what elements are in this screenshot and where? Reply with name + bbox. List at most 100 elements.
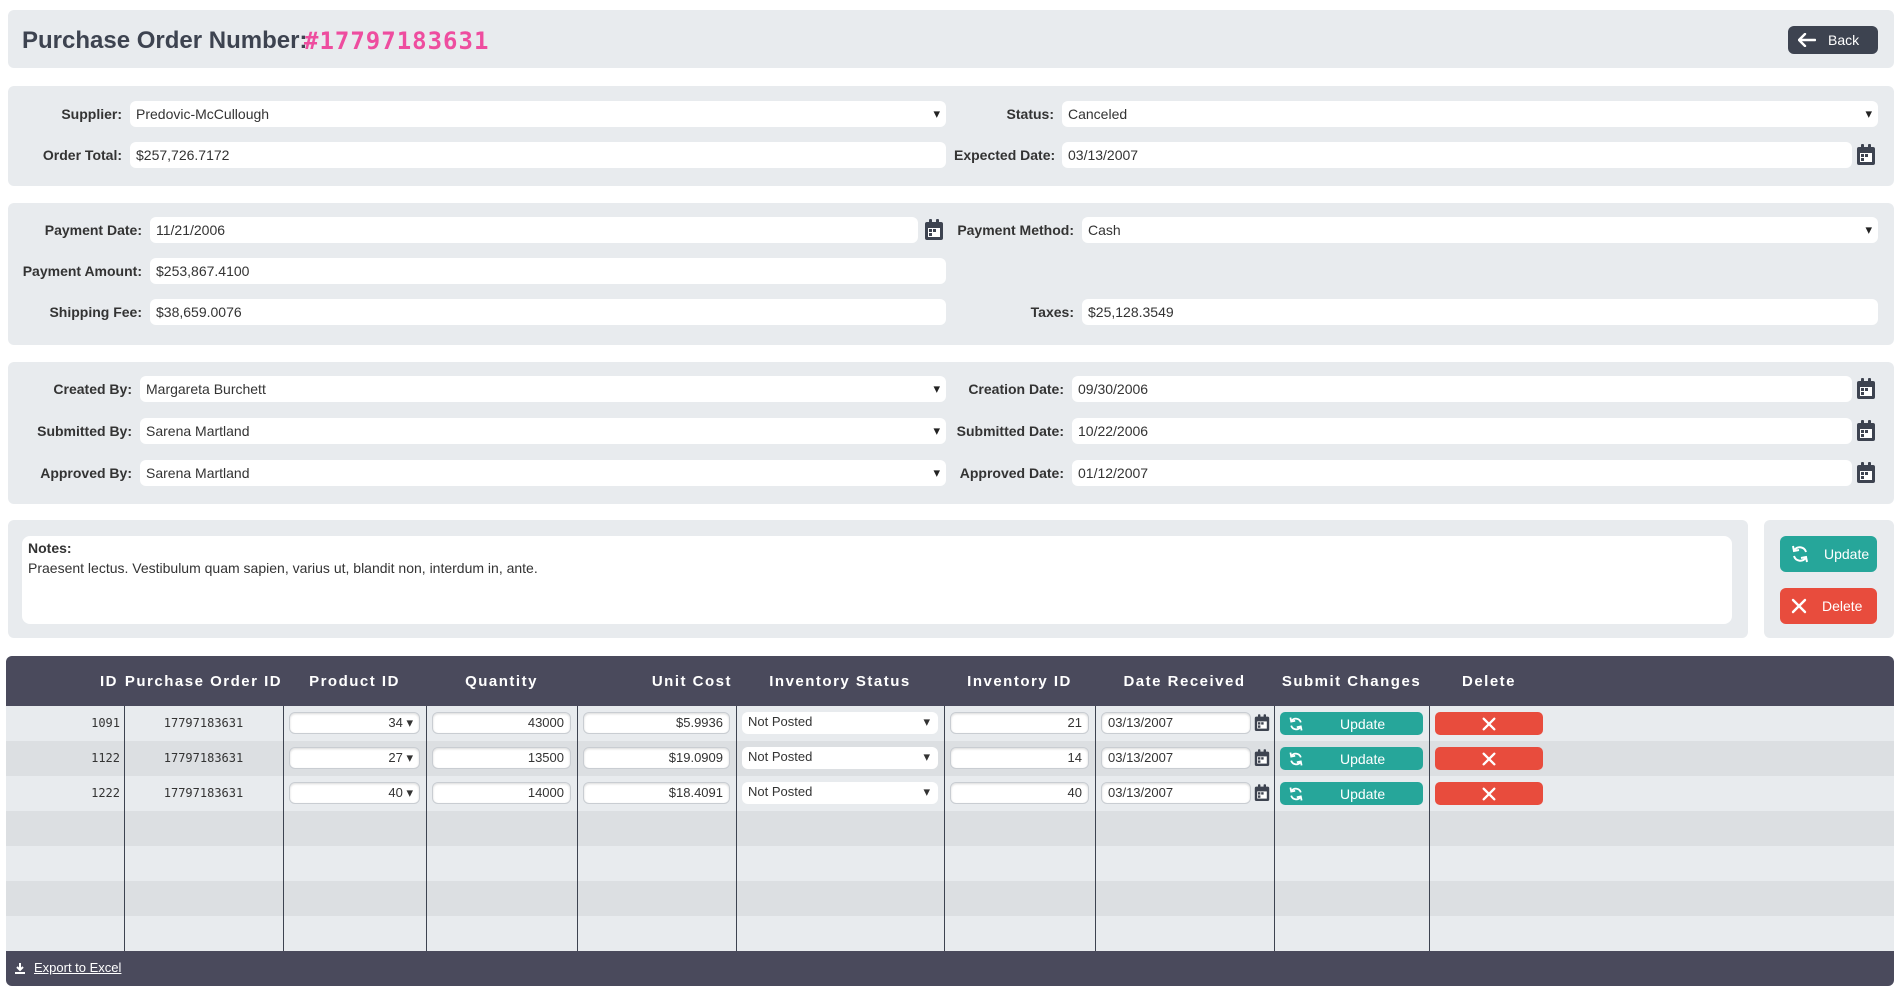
payment-amount-field[interactable]: $253,867.4100 <box>150 258 946 284</box>
column-divider <box>283 706 284 951</box>
delete-button[interactable]: Delete <box>1780 588 1877 624</box>
inventory-id-input[interactable]: 14 <box>950 747 1089 769</box>
taxes-field[interactable]: $25,128.3549 <box>1082 299 1878 325</box>
expected-date-field[interactable]: 03/13/2007 <box>1062 142 1852 168</box>
status-label: Status: <box>1006 106 1054 122</box>
inventory-status-select[interactable]: Not Posted ▾ <box>742 712 938 734</box>
creation-date-field[interactable]: 09/30/2006 <box>1072 376 1852 402</box>
quantity-input[interactable]: 14000 <box>432 782 571 804</box>
col-header-inventory-status[interactable]: Inventory Status <box>736 656 944 706</box>
inventory-id-input[interactable]: 40 <box>950 782 1089 804</box>
row-update-button[interactable]: Update <box>1280 782 1423 805</box>
notes-textarea[interactable]: Notes: Praesent lectus. Vestibulum quam … <box>22 536 1732 624</box>
col-header-delete[interactable]: Delete <box>1429 656 1549 706</box>
calendar-icon[interactable] <box>1254 784 1270 807</box>
table-header: ID Purchase Order ID Product ID Quantity… <box>6 656 1894 706</box>
update-button[interactable]: Update <box>1780 536 1877 572</box>
col-header-po-id[interactable]: Purchase Order ID <box>124 656 283 706</box>
approved-by-label: Approved By: <box>40 465 132 481</box>
back-button[interactable]: Back <box>1788 26 1878 54</box>
col-header-quantity[interactable]: Quantity <box>426 656 577 706</box>
col-header-date-received[interactable]: Date Received <box>1095 656 1274 706</box>
row-delete-button[interactable] <box>1435 712 1543 735</box>
shipping-fee-field[interactable]: $38,659.0076 <box>150 299 946 325</box>
close-icon <box>1481 751 1497 767</box>
cell-id: 1122 <box>91 751 120 765</box>
calendar-icon[interactable] <box>1856 144 1876 166</box>
calendar-icon[interactable] <box>1254 714 1270 737</box>
creation-date-label: Creation Date: <box>968 381 1064 397</box>
close-icon <box>1481 716 1497 732</box>
row-delete-button[interactable] <box>1435 747 1543 770</box>
date-received-input[interactable]: 03/13/2007 <box>1101 712 1251 734</box>
taxes-label: Taxes: <box>1030 304 1074 320</box>
col-header-submit-changes[interactable]: Submit Changes <box>1274 656 1429 706</box>
unit-cost-input[interactable]: $18.4091 <box>583 782 730 804</box>
quantity-input[interactable]: 13500 <box>432 747 571 769</box>
back-label: Back <box>1828 32 1860 48</box>
notes-panel: Notes: Praesent lectus. Vestibulum quam … <box>8 520 1748 638</box>
row-update-button[interactable]: Update <box>1280 712 1423 735</box>
calendar-icon[interactable] <box>1856 420 1876 442</box>
inventory-status-value: Not Posted <box>748 749 813 764</box>
product-id-select[interactable]: 27 ▾ <box>289 747 420 769</box>
payment-date-label: Payment Date: <box>44 222 142 238</box>
supplier-select[interactable]: Predovic-McCullough <box>130 101 946 127</box>
expected-date-label: Expected Date: <box>954 147 1056 163</box>
payment-date-field[interactable]: 11/21/2006 <box>150 217 918 243</box>
calendar-icon[interactable] <box>1856 378 1876 400</box>
supplier-label: Supplier: <box>61 106 122 122</box>
chevron-down-icon: ▾ <box>923 714 930 729</box>
order-total-field[interactable]: $257,726.7172 <box>130 142 946 168</box>
row-update-label: Update <box>1340 750 1386 767</box>
approved-by-select[interactable]: Sarena Martland <box>140 460 946 486</box>
calendar-icon[interactable] <box>1856 462 1876 484</box>
table-row <box>6 846 1894 881</box>
chevron-down-icon: ▾ <box>923 749 930 764</box>
col-header-id[interactable]: ID <box>6 656 124 706</box>
table-row: 1222 17797183631 40 ▾ 14000 $18.4091 Not Post… <box>6 776 1894 811</box>
column-divider <box>736 706 737 951</box>
approved-date-field[interactable]: 01/12/2007 <box>1072 460 1852 486</box>
table-row: 1091 17797183631 34 ▾ 43000 $5.9936 Not Poste… <box>6 706 1894 741</box>
refresh-icon <box>1288 716 1304 732</box>
inventory-status-select[interactable]: Not Posted ▾ <box>742 782 938 804</box>
submitted-date-field[interactable]: 10/22/2006 <box>1072 418 1852 444</box>
product-id-select[interactable]: 34 ▾ <box>289 712 420 734</box>
approved-date-label: Approved Date: <box>959 465 1064 481</box>
calendar-icon[interactable] <box>1254 749 1270 772</box>
chevron-down-icon: ▾ <box>406 750 413 765</box>
quantity-input[interactable]: 43000 <box>432 712 571 734</box>
col-header-product-id[interactable]: Product ID <box>283 656 426 706</box>
refresh-icon <box>1288 751 1304 767</box>
table-row: 1122 17797183631 27 ▾ 13500 $19.0909 Not Post… <box>6 741 1894 776</box>
payment-method-select[interactable]: Cash <box>1082 217 1878 243</box>
column-divider <box>426 706 427 951</box>
calendar-icon[interactable] <box>924 219 944 241</box>
export-excel-link[interactable]: Export to Excel <box>14 960 121 975</box>
status-select[interactable]: Canceled <box>1062 101 1878 127</box>
date-received-input[interactable]: 03/13/2007 <box>1101 747 1251 769</box>
product-id-select[interactable]: 40 ▾ <box>289 782 420 804</box>
inventory-id-input[interactable]: 21 <box>950 712 1089 734</box>
product-id-value: 40 <box>388 785 403 800</box>
cell-id: 1222 <box>91 786 120 800</box>
column-divider <box>1274 706 1275 951</box>
row-delete-button[interactable] <box>1435 782 1543 805</box>
arrow-left-icon <box>1798 33 1816 47</box>
col-header-inventory-id[interactable]: Inventory ID <box>944 656 1095 706</box>
unit-cost-input[interactable]: $5.9936 <box>583 712 730 734</box>
col-header-unit-cost[interactable]: Unit Cost <box>577 656 736 706</box>
created-by-label: Created By: <box>53 381 132 397</box>
table-row <box>6 881 1894 916</box>
row-update-button[interactable]: Update <box>1280 747 1423 770</box>
cell-po-id: 17797183631 <box>163 786 244 800</box>
unit-cost-input[interactable]: $19.0909 <box>583 747 730 769</box>
date-received-input[interactable]: 03/13/2007 <box>1101 782 1251 804</box>
refresh-icon <box>1288 786 1304 802</box>
row-update-label: Update <box>1340 785 1386 802</box>
export-label: Export to Excel <box>34 960 122 975</box>
submitted-by-select[interactable]: Sarena Martland <box>140 418 946 444</box>
created-by-select[interactable]: Margareta Burchett <box>140 376 946 402</box>
inventory-status-select[interactable]: Not Posted ▾ <box>742 747 938 769</box>
